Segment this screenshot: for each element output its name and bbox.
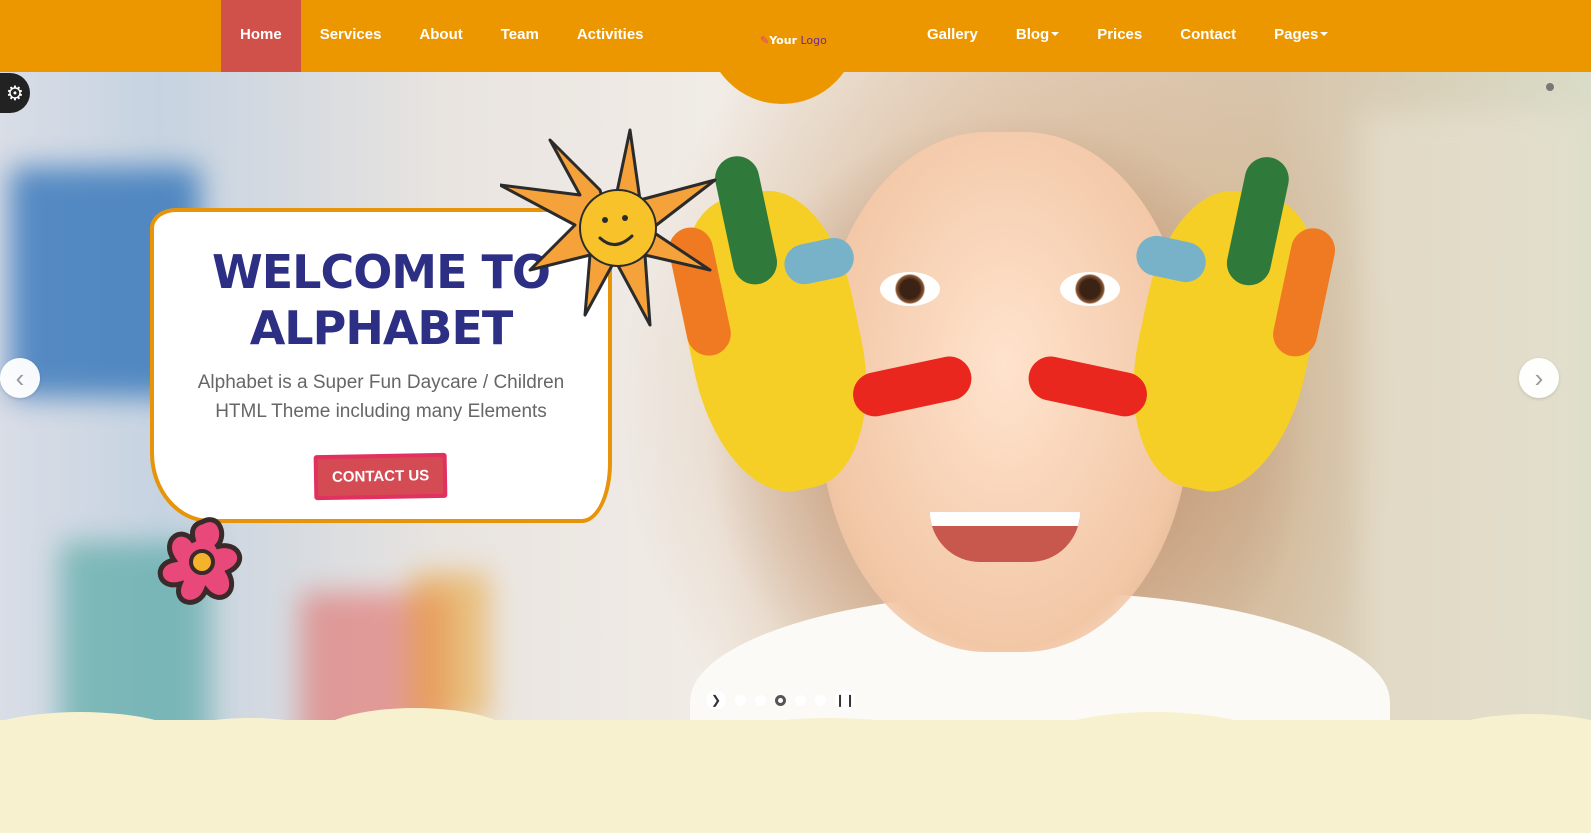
bg-blur-shape: [410, 572, 490, 722]
slider-dot[interactable]: [815, 694, 826, 706]
nav-item-label: Blog: [1015, 25, 1050, 43]
photo-finger: [780, 234, 858, 288]
nav-item-services[interactable]: Services: [301, 0, 401, 72]
slider-play-button[interactable]: ❯: [706, 690, 726, 710]
chevron-left-icon: ‹: [15, 362, 25, 393]
nav-item-contact[interactable]: Contact: [1161, 0, 1255, 72]
pause-icon: ❙❙: [834, 693, 856, 707]
slider-dot[interactable]: [735, 694, 746, 706]
contact-us-button[interactable]: CONTACT US: [314, 452, 448, 501]
slider-dot[interactable]: [755, 694, 766, 706]
nav-item-pages[interactable]: Pages: [1255, 0, 1347, 72]
nav-item-home[interactable]: Home: [221, 0, 301, 72]
logo-word-your: Your: [769, 34, 797, 47]
slider-dot-active[interactable]: [775, 694, 786, 706]
contact-us-button-label: CONTACT US: [318, 456, 444, 497]
flower-illustration-icon: [157, 517, 243, 605]
slider-pagination: ❯ ❙❙: [706, 690, 855, 710]
play-icon: ❯: [710, 693, 722, 707]
wave-bump: [1240, 720, 1460, 780]
nav-item-about[interactable]: About: [400, 0, 481, 72]
nav-item-gallery[interactable]: Gallery: [908, 0, 997, 72]
nav-item-label: Team: [500, 25, 539, 43]
nav-item-label: Pages: [1274, 25, 1319, 43]
wave-bump: [700, 718, 960, 778]
sun-illustration-icon: [500, 128, 717, 327]
page: Home Services About Team Activities Gall…: [0, 0, 1591, 833]
site-logo[interactable]: ✎Your Logo: [760, 34, 827, 47]
chevron-right-icon: ›: [1534, 362, 1544, 393]
logo-word-logo: Logo: [800, 34, 827, 47]
logo-mark-icon: ✎: [760, 34, 770, 47]
nav-item-label: Activities: [576, 25, 644, 43]
wave-bump: [1040, 712, 1270, 772]
gear-icon: ⚙: [6, 82, 24, 105]
nav-item-label: Gallery: [927, 25, 978, 43]
nav-item-label: Home: [240, 25, 282, 43]
slider-pause-button[interactable]: ❙❙: [835, 690, 855, 710]
slider-prev-button[interactable]: ‹: [0, 358, 40, 398]
photo-eye: [880, 272, 940, 306]
nav-item-label: Contact: [1180, 25, 1237, 43]
nav-right-group: Gallery Blog Prices Contact Pages: [908, 0, 1347, 72]
slider-next-button[interactable]: ›: [1519, 358, 1559, 398]
nav-left-group: Home Services About Team Activities: [221, 0, 663, 72]
nav-item-prices[interactable]: Prices: [1078, 0, 1161, 72]
nav-item-blog[interactable]: Blog: [997, 0, 1078, 72]
caret-down-icon: [1051, 32, 1060, 36]
nav-item-activities[interactable]: Activities: [558, 0, 663, 72]
nav-item-team[interactable]: Team: [482, 0, 558, 72]
hero-description: Alphabet is a Super Fun Daycare / Childr…: [197, 372, 565, 422]
slider-dot[interactable]: [795, 694, 806, 706]
caret-down-icon: [1320, 32, 1329, 36]
nav-item-label: Prices: [1097, 25, 1143, 43]
photo-eye: [1060, 272, 1120, 306]
scroll-indicator-dot: [1546, 83, 1554, 91]
nav-item-label: Services: [319, 25, 382, 43]
nav-item-label: About: [419, 25, 463, 43]
